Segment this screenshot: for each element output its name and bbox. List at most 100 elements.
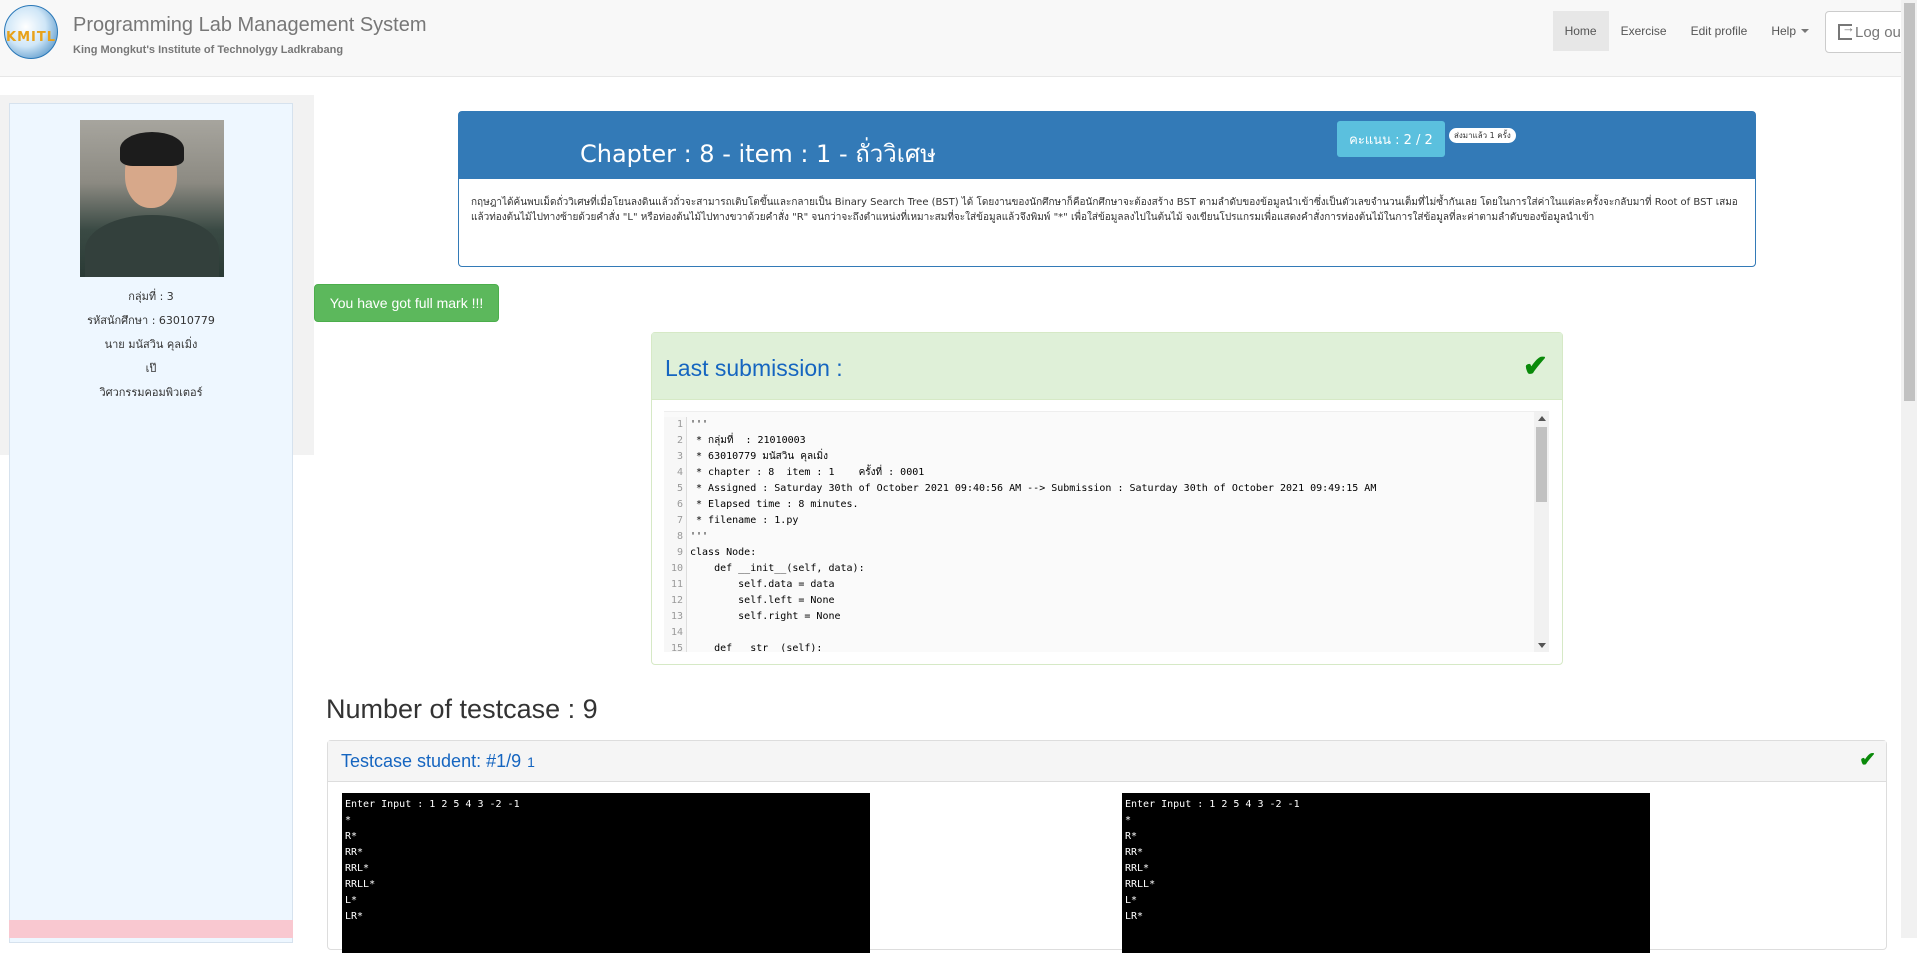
code-text: self.right = None (690, 611, 841, 622)
code-text: * Assigned : Saturday 30th of October 20… (690, 483, 1377, 494)
code-text: def __str__(self): (690, 643, 823, 652)
console-line: RR* (345, 847, 364, 858)
console-line: LR* (1125, 911, 1144, 922)
line-number: 4 (664, 465, 687, 481)
code-scrollbar[interactable] (1534, 412, 1549, 652)
exercise-panel: Chapter : 8 - item : 1 - ถั่ววิเศษ คะแนน… (458, 111, 1756, 267)
code-text: * กลุ่มที่ : 21010003 (690, 435, 806, 446)
console-line: L* (345, 895, 358, 906)
nav-home[interactable]: Home (1552, 11, 1609, 51)
testcase-heading[interactable]: Testcase student: #1/9 1 ✔ (328, 741, 1886, 782)
app-subtitle: King Mongkut's Institute of Technolygy L… (73, 44, 344, 56)
profile-student-id: รหัสนักศึกษา : 63010779 (87, 314, 215, 327)
nav-help[interactable]: Help (1759, 11, 1821, 51)
code-line: 15 def __str__(self): (664, 641, 1524, 652)
code-text: * chapter : 8 item : 1 ครั้งที่ : 0001 (690, 467, 925, 478)
last-submission-heading: Last submission : ✔ (652, 333, 1562, 400)
line-number: 5 (664, 481, 687, 497)
sidebar-footer-panel (9, 920, 293, 938)
line-number: 6 (664, 497, 687, 513)
code-lines: 1 ''' 2 * กลุ่มที่ : 21010003 3 * 63010779 … (664, 417, 1524, 652)
line-number: 7 (664, 513, 687, 529)
last-submission-title: Last submission : (665, 355, 843, 381)
code-line: 3 * 63010779 มนัสวิน คุลเมิ่ง (664, 449, 1524, 465)
full-mark-button[interactable]: You have got full mark !!! (314, 284, 499, 322)
nav-edit-profile[interactable]: Edit profile (1679, 11, 1760, 51)
score-button[interactable]: คะแนน : 2 / 2 (1337, 121, 1445, 157)
scroll-down-icon[interactable] (1538, 643, 1546, 648)
code-line: 2 * กลุ่มที่ : 21010003 (664, 433, 1524, 449)
code-text: ''' (690, 419, 709, 430)
code-line: 7 * filename : 1.py (664, 513, 1524, 529)
console-line: * (345, 815, 352, 826)
code-text: * 63010779 มนัสวิน คุลเมิ่ง (690, 451, 828, 462)
scroll-up-icon[interactable] (1538, 416, 1546, 421)
code-line: 8 ''' (664, 529, 1524, 545)
code-line: 5 * Assigned : Saturday 30th of October … (664, 481, 1524, 497)
code-text: * Elapsed time : 8 minutes. (690, 499, 859, 510)
code-text: class Node: (690, 547, 757, 558)
code-text: * filename : 1.py (690, 515, 799, 526)
testcase-number: 1 (527, 754, 535, 770)
avatar-body (85, 215, 219, 277)
console-line: RRL* (345, 863, 370, 874)
line-number: 1 (664, 417, 687, 433)
profile-nickname: เป๊ (145, 362, 157, 375)
console-line: RRL* (1125, 863, 1150, 874)
line-number: 11 (664, 577, 687, 593)
console-line: RR* (1125, 847, 1144, 858)
code-line: 11 self.data = data (664, 577, 1524, 593)
profile-department: วิศวกรรมคอมพิวเตอร์ (99, 386, 203, 399)
line-number: 10 (664, 561, 687, 577)
line-number: 13 (664, 609, 687, 625)
line-number: 9 (664, 545, 687, 561)
code-line: 10 def __init__(self, data): (664, 561, 1524, 577)
exercise-description: กฤษฎาได้ค้นพบเม็ดถั่ววิเศษที่เมื่อโยนลงด… (471, 197, 1738, 223)
console-line: Enter Input : 1 2 5 4 3 -2 -1 (345, 799, 520, 810)
avatar-hair (120, 132, 184, 166)
testcase-title-label: Testcase student: #1/9 (341, 751, 522, 771)
code-line: 9 class Node: (664, 545, 1524, 561)
line-number: 8 (664, 529, 687, 545)
avatar (80, 120, 224, 277)
testcase-panel: Testcase student: #1/9 1 ✔ Enter Input : … (327, 740, 1887, 953)
page-scrollbar[interactable] (1901, 0, 1917, 938)
submission-count-badge: ส่งมาแล้ว 1 ครั้ง (1449, 128, 1516, 143)
page-scroll-thumb[interactable] (1904, 3, 1915, 401)
main-nav: Home Exercise Edit profile Help Log out (1552, 11, 1917, 53)
console-line: * (1125, 815, 1132, 826)
logo-text: KMITL (6, 30, 56, 45)
exercise-panel-heading: Chapter : 8 - item : 1 - ถั่ววิเศษ คะแนน… (459, 112, 1755, 179)
code-text: ''' (690, 531, 709, 542)
console-line: RRLL* (345, 879, 376, 890)
code-line: 6 * Elapsed time : 8 minutes. (664, 497, 1524, 513)
code-scroll-thumb[interactable] (1536, 427, 1547, 502)
code-text: self.data = data (690, 579, 835, 590)
line-number: 14 (664, 625, 687, 641)
nav-help-label: Help (1771, 24, 1796, 38)
student-output-console: Enter Input : 1 2 5 4 3 -2 -1 * R* RR* RRL* R… (342, 793, 870, 953)
check-icon: ✔ (1522, 350, 1548, 383)
code-viewer[interactable]: 1 ''' 2 * กลุ่มที่ : 21010003 3 * 63010779 … (664, 411, 1549, 652)
nav-exercise[interactable]: Exercise (1609, 11, 1679, 51)
code-line: 4 * chapter : 8 item : 1 ครั้งที่ : 0001 (664, 465, 1524, 481)
console-line: RRLL* (1125, 879, 1156, 890)
app-title[interactable]: Programming Lab Management System (73, 14, 427, 37)
console-line: R* (345, 831, 358, 842)
console-line: Enter Input : 1 2 5 4 3 -2 -1 (1125, 799, 1300, 810)
code-line: 12 self.left = None (664, 593, 1524, 609)
profile-group: กลุ่มที่ : 3 (128, 290, 174, 303)
line-number: 15 (664, 641, 687, 652)
code-line: 14 (664, 625, 1524, 641)
navbar: KMITL Programming Lab Management System … (0, 0, 1917, 77)
profile-name: นาย มนัสวิน คุลเมิ่ง (104, 338, 198, 351)
line-number: 2 (664, 433, 687, 449)
exercise-title: Chapter : 8 - item : 1 - ถั่ววิเศษ (580, 140, 936, 168)
testcase-count-heading: Number of testcase : 9 (326, 694, 598, 724)
logout-icon (1838, 20, 1855, 40)
last-submission-panel: Last submission : ✔ 1 ''' 2 * กลุ่มที่ : 2… (651, 332, 1563, 665)
console-line: L* (1125, 895, 1138, 906)
line-number: 12 (664, 593, 687, 609)
console-line: LR* (345, 911, 364, 922)
caret-down-icon (1801, 29, 1809, 33)
